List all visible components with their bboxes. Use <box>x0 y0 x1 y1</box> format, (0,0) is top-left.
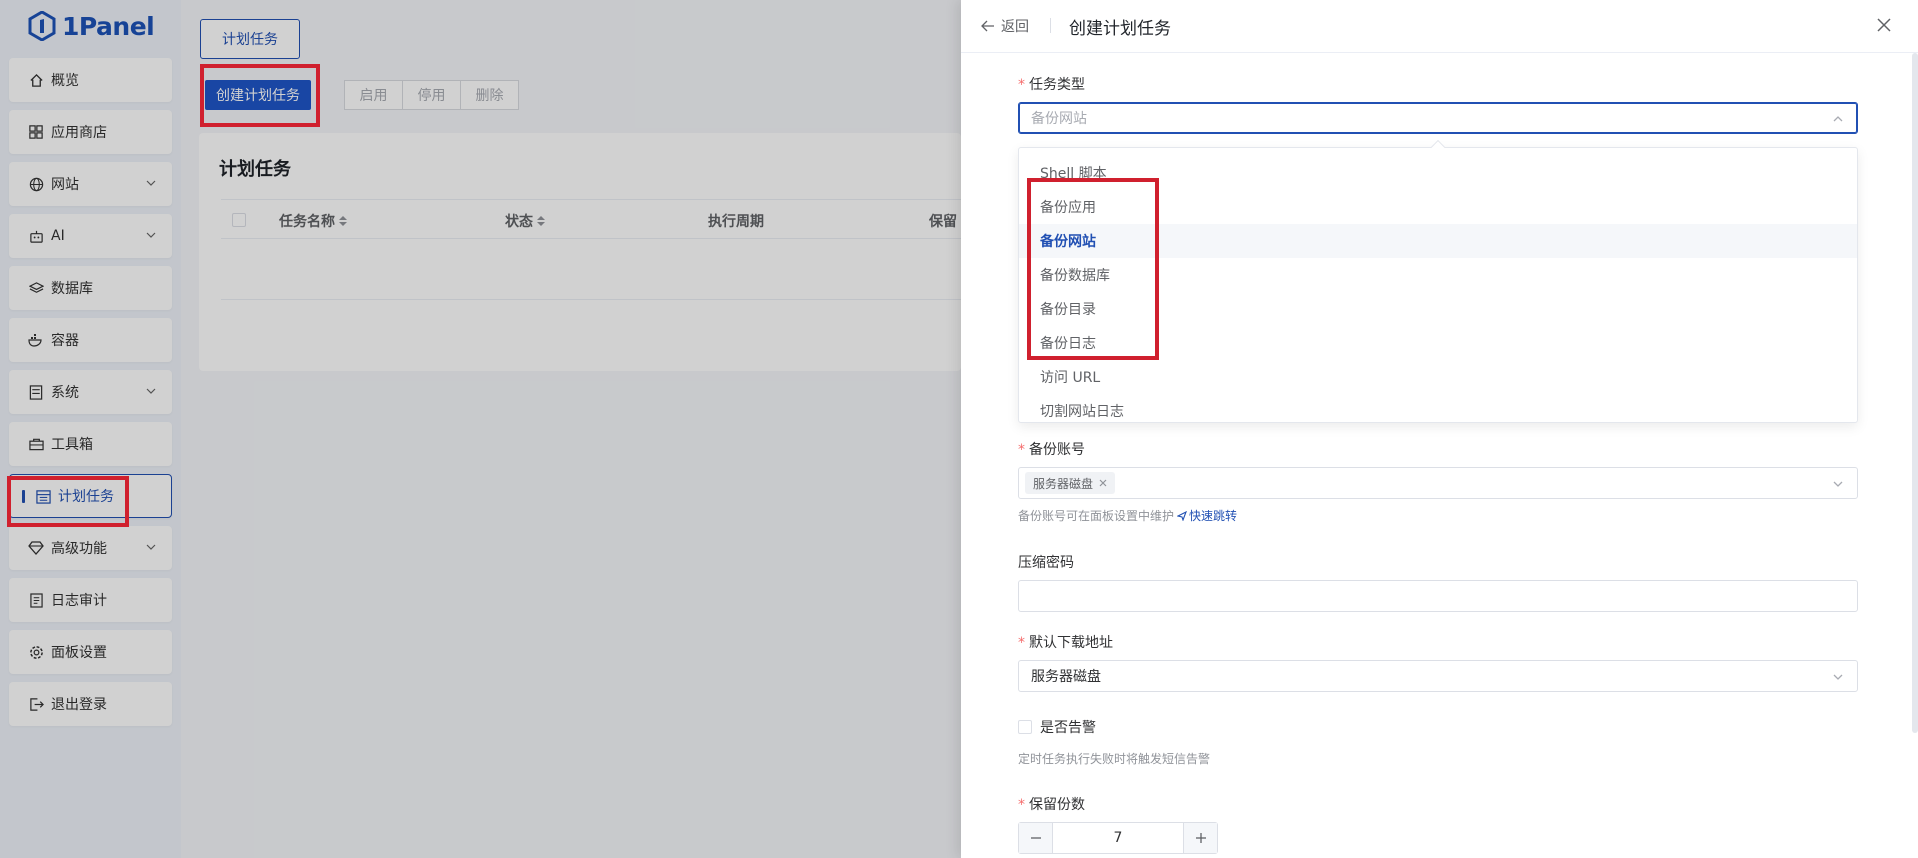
option-access-url[interactable]: 访问 URL <box>1019 360 1857 394</box>
back-button[interactable]: 返回 <box>981 16 1029 36</box>
selected-tag: 服务器磁盘 <box>1025 472 1116 494</box>
tag-close-icon[interactable] <box>1099 479 1107 487</box>
alert-label: 是否告警 <box>1040 720 1096 736</box>
modal-overlay[interactable] <box>0 0 961 858</box>
drawer-title: 创建计划任务 <box>1069 19 1171 39</box>
retain-copies-input[interactable]: 7 <box>1052 823 1184 853</box>
increment-button[interactable] <box>1184 823 1217 853</box>
option-backup-log[interactable]: 备份日志 <box>1019 326 1857 360</box>
task-type-label: * 任务类型 <box>1018 77 1085 93</box>
zip-password-input[interactable] <box>1018 580 1858 612</box>
backup-account-select[interactable]: 服务器磁盘 <box>1018 467 1858 499</box>
default-download-label: * 默认下载地址 <box>1018 635 1113 651</box>
task-type-placeholder: 备份网站 <box>1031 111 1087 127</box>
send-icon <box>1177 510 1187 521</box>
task-type-select[interactable]: 备份网站 <box>1018 102 1858 134</box>
alert-checkbox[interactable]: 是否告警 <box>1018 717 1096 737</box>
option-backup-website[interactable]: 备份网站 <box>1019 224 1857 258</box>
decrement-button[interactable] <box>1019 823 1052 853</box>
alert-hint: 定时任务执行失败时将触发短信告警 <box>1018 752 1211 766</box>
close-icon[interactable] <box>1876 17 1892 33</box>
create-cronjob-drawer: 返回 创建计划任务 * 任务类型 备份网站 Shell 脚本 备份应用 备份网站 … <box>961 0 1918 858</box>
chevron-up-icon <box>1833 116 1843 122</box>
task-type-dropdown: Shell 脚本 备份应用 备份网站 备份数据库 备份目录 备份日志 访问 UR… <box>1018 139 1858 423</box>
back-label: 返回 <box>1001 19 1029 35</box>
arrow-left-icon <box>981 20 994 32</box>
quick-jump-link[interactable]: 快速跳转 <box>1177 507 1237 524</box>
option-backup-app[interactable]: 备份应用 <box>1019 190 1857 224</box>
backup-account-hint: 备份账号可在面板设置中维护 快速跳转 <box>1018 507 1237 524</box>
backup-account-label: * 备份账号 <box>1018 442 1085 458</box>
default-download-select[interactable]: 服务器磁盘 <box>1018 660 1858 692</box>
plus-icon <box>1195 833 1206 843</box>
retain-copies-label: * 保留份数 <box>1018 797 1085 813</box>
tag-label: 服务器磁盘 <box>1033 476 1094 491</box>
checkbox-box[interactable] <box>1018 720 1032 734</box>
drawer-header: 返回 创建计划任务 <box>961 0 1918 53</box>
zip-password-label: 压缩密码 <box>1018 555 1074 571</box>
dropdown-caret <box>1430 139 1446 155</box>
chevron-down-icon <box>1833 674 1843 680</box>
minus-icon <box>1030 837 1041 839</box>
drawer-scrollbar[interactable] <box>1912 53 1918 733</box>
option-backup-database[interactable]: 备份数据库 <box>1019 258 1857 292</box>
chevron-down-icon <box>1833 481 1843 487</box>
hint-text: 备份账号可在面板设置中维护 <box>1018 509 1175 523</box>
option-shell-script[interactable]: Shell 脚本 <box>1019 156 1857 190</box>
default-download-value: 服务器磁盘 <box>1031 669 1101 685</box>
header-divider <box>1050 18 1051 33</box>
option-cut-website-log[interactable]: 切割网站日志 <box>1019 394 1857 428</box>
option-backup-directory[interactable]: 备份目录 <box>1019 292 1857 326</box>
retain-copies-stepper: 7 <box>1018 822 1218 854</box>
